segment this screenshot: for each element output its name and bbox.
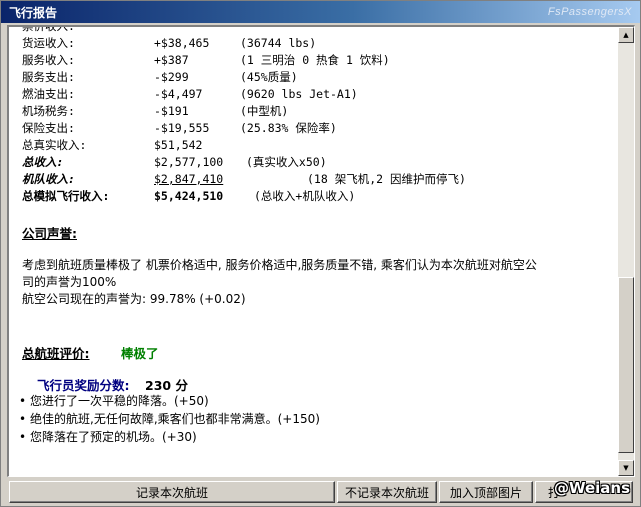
window-title: 飞行报告 [9, 5, 58, 20]
finance-value: +$38,465 [154, 36, 210, 50]
bullet-icon: • [19, 394, 27, 408]
finance-note: (36744 lbs) [240, 36, 317, 50]
finance-note: (45%质量) [240, 70, 298, 84]
vertical-scrollbar[interactable]: ▲ ▼ [618, 27, 634, 476]
finance-value: -$4,497 [154, 87, 203, 101]
fleet-income-value: $2,847,410 [154, 172, 224, 186]
finance-label: 货运收入: [22, 36, 75, 50]
reputation-line: 司的声誉为100% [22, 275, 117, 289]
total-income-note: (真实收入x50) [246, 155, 327, 169]
sim-income-note: (总收入+机队收入) [254, 189, 356, 203]
finance-note: (1 三明治 0 热食 1 饮料) [240, 53, 390, 67]
watermark-logo: @Weians [553, 479, 630, 497]
reputation-title: 公司声誉: [22, 226, 77, 241]
report-content: 票价收入: 货运收入: +$38,465 (36744 lbs) 服务收入: +… [9, 27, 618, 476]
no-record-flight-button[interactable]: 不记录本次航班 [337, 481, 437, 503]
finance-label: 服务支出: [22, 70, 75, 84]
scrollbar-thumb[interactable] [618, 277, 634, 453]
total-income-value: $2,577,100 [154, 155, 224, 169]
bullet-icon: • [19, 430, 27, 444]
finance-label: 服务收入: [22, 53, 75, 67]
scroll-down-icon[interactable]: ▼ [618, 460, 634, 476]
finance-value: $51,542 [154, 138, 203, 152]
finance-value: -$19,555 [154, 121, 210, 135]
report-frame: 票价收入: 货运收入: +$38,465 (36744 lbs) 服务收入: +… [7, 25, 635, 477]
finance-label: 燃油支出: [22, 87, 75, 101]
bonus-value: 230 分 [145, 378, 188, 393]
fleet-income-note: (18 架飞机,2 因维护而停飞) [307, 172, 466, 186]
bonus-item: • 您降落在了预定的机场。(+30) [19, 430, 197, 444]
add-top-image-button[interactable]: 加入顶部图片 [439, 481, 533, 503]
title-bar[interactable]: 飞行报告 FsPassengersX [1, 1, 640, 23]
finance-note: (中型机) [240, 104, 289, 118]
bonus-item: • 您进行了一次平稳的降落。(+50) [19, 394, 209, 408]
record-flight-button[interactable]: 记录本次航班 [9, 481, 335, 503]
rating-label: 总航班评价: [22, 346, 90, 361]
scroll-up-icon[interactable]: ▲ [618, 27, 634, 43]
finance-value: -$299 [154, 70, 189, 84]
reputation-current: 航空公司现在的声誉为: 99.78% (+0.02) [22, 292, 246, 306]
sim-income-value: $5,424,510 [154, 189, 224, 203]
bullet-icon: • [19, 412, 27, 426]
finance-label: 保险支出: [22, 121, 75, 135]
brand-label: FsPassengersX [547, 6, 632, 18]
finance-value: +$387 [154, 53, 189, 67]
sim-income-label: 总模拟飞行收入: [22, 189, 110, 203]
finance-value: -$191 [154, 104, 189, 118]
finance-note: (9620 lbs Jet-A1) [240, 87, 358, 101]
total-income-label: 总收入: [22, 155, 64, 169]
rating-value: 棒极了 [121, 346, 159, 361]
finance-label: 机场税务: [22, 104, 75, 118]
fleet-income-label: 机队收入: [22, 172, 75, 186]
finance-label: 总真实收入: [22, 138, 87, 152]
finance-note: (25.83% 保险率) [240, 121, 337, 135]
finance-label: 票价收入: [22, 27, 75, 35]
bonus-label: 飞行员奖励分数: [37, 378, 130, 393]
flight-report-window: 飞行报告 FsPassengersX 票价收入: 货运收入: +$38,465 … [0, 0, 641, 507]
bonus-item: • 绝佳的航班,无任何故障,乘客们也都非常满意。(+150) [19, 412, 320, 426]
reputation-line: 考虑到航班质量棒极了 机票价格适中, 服务价格适中,服务质量不错, 乘客们认为本… [22, 258, 537, 272]
button-bar: 记录本次航班 不记录本次航班 加入顶部图片 打 [7, 481, 635, 503]
